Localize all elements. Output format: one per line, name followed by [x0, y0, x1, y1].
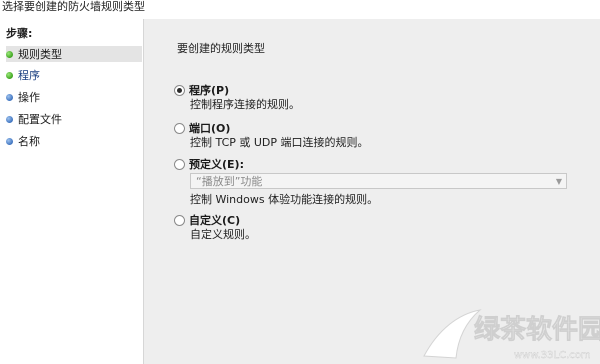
pane-divider [143, 19, 144, 364]
step-pending-icon [6, 137, 13, 145]
step-complete-icon [6, 50, 13, 58]
steps-pane: 步骤: 规则类型 程序 操作 配置文件 名称 [0, 19, 143, 364]
step-name[interactable]: 名称 [6, 133, 142, 149]
option-predefined-label[interactable]: 预定义(E): [189, 156, 244, 172]
leaf-icon [423, 309, 482, 359]
step-action[interactable]: 操作 [6, 89, 142, 105]
radio-predefined[interactable] [174, 158, 185, 170]
page-subtitle: 选择要创建的防火墙规则类型 [2, 0, 145, 13]
option-predefined[interactable]: 预定义(E): [174, 156, 244, 172]
radio-port[interactable] [174, 122, 185, 134]
option-custom-desc: 自定义规则。 [190, 228, 256, 241]
option-port-desc: 控制 TCP 或 UDP 端口连接的规则。 [190, 136, 369, 149]
chevron-down-icon[interactable]: ▼ [552, 174, 566, 188]
step-label: 配置文件 [18, 113, 62, 126]
radio-program[interactable] [174, 84, 185, 96]
step-label: 程序 [18, 69, 40, 82]
predefined-select-value: “播放到”功能 [196, 175, 263, 188]
watermark-brand: 绿茶软件园 [474, 315, 600, 345]
step-rule-type[interactable]: 规则类型 [6, 46, 142, 62]
header-strip: 选择要创建的防火墙规则类型 [0, 0, 600, 19]
step-label: 名称 [18, 135, 40, 148]
section-title: 要创建的规则类型 [177, 42, 265, 55]
predefined-select[interactable]: “播放到”功能 ▼ [190, 173, 567, 189]
step-pending-icon [6, 93, 13, 101]
step-profile[interactable]: 配置文件 [6, 111, 142, 127]
watermark-logo: 绿茶软件园 www.33LC.com [423, 309, 600, 361]
step-label: 操作 [18, 91, 40, 104]
step-label: 规则类型 [18, 48, 62, 61]
step-pending-icon [6, 115, 13, 123]
radio-custom[interactable] [174, 214, 185, 226]
steps-heading: 步骤: [6, 27, 33, 40]
watermark-url: www.33LC.com [514, 350, 591, 361]
option-program-desc: 控制程序连接的规则。 [190, 98, 300, 111]
step-program[interactable]: 程序 [6, 67, 142, 83]
step-complete-icon [6, 71, 13, 79]
option-predefined-desc: 控制 Windows 体验功能连接的规则。 [190, 193, 379, 206]
